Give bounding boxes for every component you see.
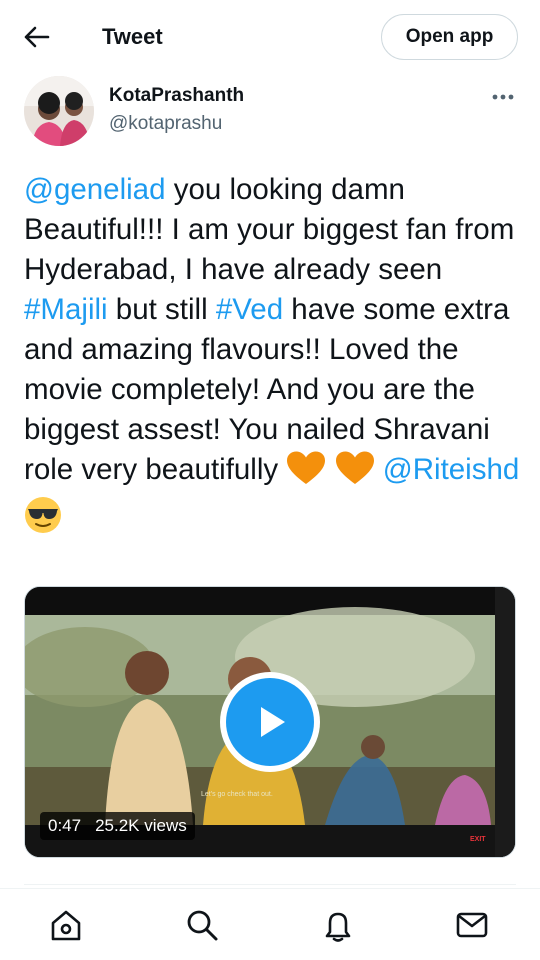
- back-button[interactable]: [20, 22, 54, 52]
- tweet-text: @geneliad you looking damn Beautiful!!! …: [24, 170, 520, 545]
- author-name[interactable]: KotaPrashanth: [109, 84, 244, 108]
- notifications-icon: [325, 912, 351, 942]
- nav-notifications[interactable]: [320, 907, 356, 943]
- nav-messages[interactable]: [454, 907, 490, 943]
- arrow-left-icon: [24, 26, 50, 48]
- tweet-text-segment: but still: [107, 293, 216, 326]
- orange-heart-icon: [286, 451, 326, 496]
- video-duration: 0:47: [48, 816, 82, 835]
- video-stats-badge: 0:47 25.2K views: [40, 812, 195, 840]
- nav-search[interactable]: [184, 907, 220, 943]
- top-bar: Tweet Open app: [0, 0, 540, 76]
- mention-link[interactable]: @Riteishd: [383, 453, 520, 486]
- more-dots-icon: [492, 94, 514, 100]
- avatar[interactable]: [24, 76, 94, 146]
- video-subtitle: Let's go check that out.: [201, 791, 273, 798]
- hashtag-link[interactable]: #Majili: [24, 293, 108, 326]
- open-app-button[interactable]: Open app: [381, 14, 518, 60]
- nav-home[interactable]: [48, 907, 84, 943]
- play-icon: [226, 678, 314, 766]
- page-title: Tweet: [102, 24, 163, 49]
- divider: [24, 884, 516, 885]
- messages-icon: [456, 912, 488, 938]
- home-icon: [51, 910, 81, 941]
- sunglasses-face-icon: [24, 496, 62, 545]
- bottom-nav: [0, 888, 540, 960]
- exit-sign: EXIT: [470, 836, 486, 843]
- play-button[interactable]: [220, 672, 320, 772]
- mention-link[interactable]: @geneliad: [24, 173, 166, 206]
- more-options-button[interactable]: [488, 86, 518, 108]
- orange-heart-icon: [335, 451, 375, 496]
- video-views: 25.2K views: [95, 816, 187, 835]
- hashtag-link[interactable]: #Ved: [216, 293, 283, 326]
- author-handle[interactable]: @kotaprashu: [109, 112, 222, 136]
- search-icon: [187, 910, 218, 941]
